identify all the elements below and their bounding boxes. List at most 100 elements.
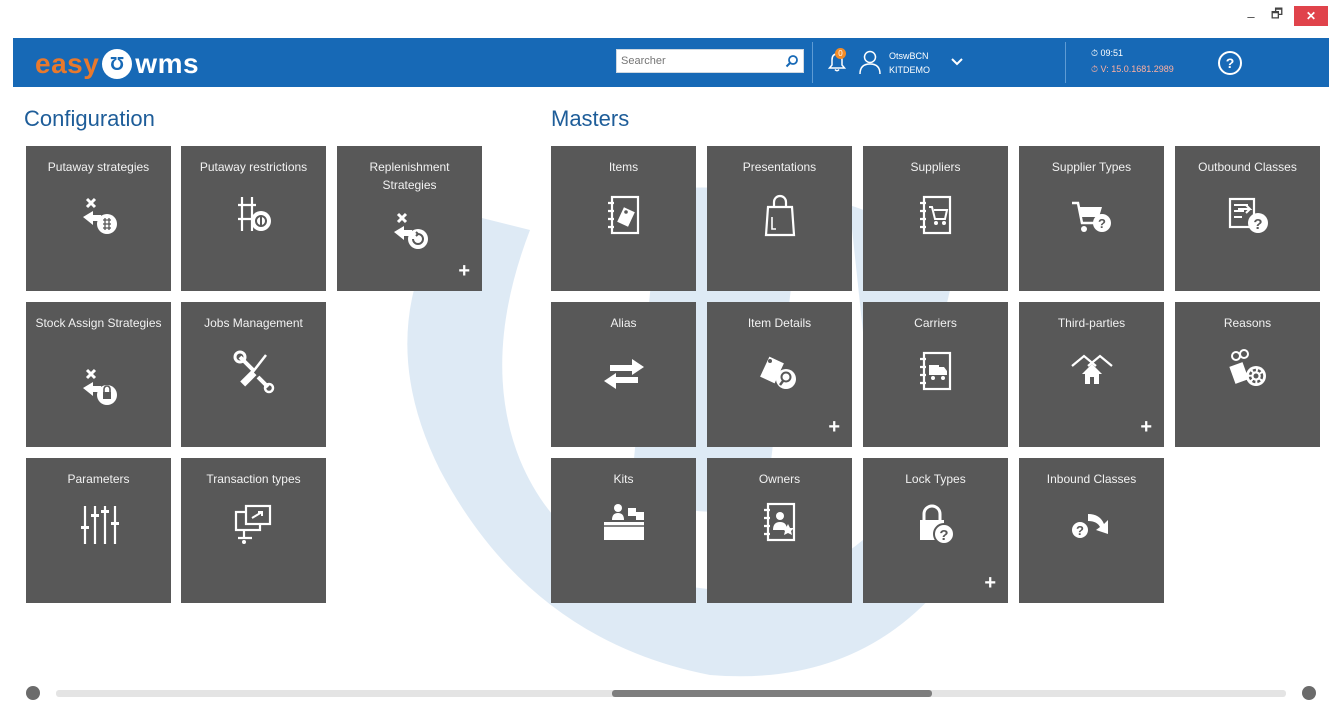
- putaway-strategies-icon: [82, 197, 117, 234]
- svg-text:?: ?: [1076, 523, 1084, 538]
- tile-label: Third-parties: [1057, 316, 1126, 330]
- tile-label: Parameters: [67, 472, 130, 486]
- tile-supplier-types[interactable]: Supplier Types ?: [1019, 146, 1164, 291]
- logo-easy-text: easy: [35, 48, 100, 79]
- third-parties-icon: [1070, 354, 1113, 384]
- logo-wms-text: wms: [135, 48, 200, 79]
- putaway-restrictions-icon: [237, 197, 271, 231]
- suppliers-icon: [919, 195, 951, 235]
- tile-label: Kits: [613, 472, 634, 486]
- bag-icon: [764, 194, 795, 237]
- tile-label: Stock Assign Strategies: [35, 316, 162, 330]
- tile-label: Jobs Management: [204, 316, 303, 330]
- outbound-classes-icon: ?: [1228, 197, 1268, 233]
- tile-item-details[interactable]: Item Details +: [707, 302, 852, 447]
- tile-putaway-strategies[interactable]: Putaway strategies: [26, 146, 171, 291]
- tile-presentations[interactable]: Presentations: [707, 146, 852, 291]
- scroll-right-icon[interactable]: [1302, 686, 1316, 700]
- user-icon[interactable]: [858, 49, 882, 75]
- tile-carriers[interactable]: Carriers: [863, 302, 1008, 447]
- session-time: 09:51: [1100, 48, 1124, 58]
- add-plus-icon[interactable]: +: [1140, 417, 1152, 437]
- tile-label: Item Details: [747, 316, 812, 330]
- lock-types-icon: ?: [919, 504, 955, 545]
- tile-outbound-classes[interactable]: Outbound Classes ?: [1175, 146, 1320, 291]
- header-separator: [812, 42, 813, 83]
- carriers-icon: [919, 351, 951, 391]
- search-icon[interactable]: [781, 50, 803, 72]
- tile-lock-types[interactable]: Lock Types ? +: [863, 458, 1008, 603]
- tile-label: Presentations: [742, 160, 817, 174]
- scroll-left-icon[interactable]: [26, 686, 40, 700]
- tile-stock-assign-strategies[interactable]: Stock Assign Strategies: [26, 302, 171, 447]
- tile-label: Carriers: [914, 316, 957, 330]
- tile-label: Lock Types: [905, 472, 966, 486]
- sliders-icon: [80, 506, 119, 544]
- tile-label: Outbound Classes: [1198, 160, 1297, 174]
- tile-label: Suppliers: [910, 160, 961, 174]
- supplier-types-icon: ?: [1071, 201, 1111, 232]
- kits-icon: [603, 504, 644, 540]
- reasons-icon: [1228, 349, 1266, 386]
- svg-text:?: ?: [1253, 216, 1262, 233]
- tile-jobs-management[interactable]: Jobs Management: [181, 302, 326, 447]
- tile-inbound-classes[interactable]: Inbound Classes ?: [1019, 458, 1164, 603]
- inbound-classes-icon: ?: [1071, 514, 1108, 538]
- alias-arrows-icon: [603, 359, 644, 389]
- app-version: V: 15.0.1681.2989: [1100, 64, 1174, 74]
- tile-owners[interactable]: Owners: [707, 458, 852, 603]
- tile-alias[interactable]: Alias: [551, 302, 696, 447]
- tile-third-parties[interactable]: Third-parties +: [1019, 302, 1164, 447]
- tile-label: Alias: [610, 316, 637, 330]
- svg-text:?: ?: [1098, 216, 1106, 231]
- owners-icon: [763, 502, 795, 542]
- add-plus-icon[interactable]: +: [458, 261, 470, 281]
- tile-label: Transaction types: [206, 472, 301, 486]
- tile-reasons[interactable]: Reasons: [1175, 302, 1320, 447]
- tile-putaway-restrictions[interactable]: Putaway restrictions: [181, 146, 326, 291]
- tile-items[interactable]: Items: [551, 146, 696, 291]
- transaction-icon: [234, 504, 271, 544]
- user-company: KITDEMO: [889, 65, 931, 75]
- chevron-down-icon[interactable]: [950, 56, 964, 68]
- tile-transaction-types[interactable]: Transaction types: [181, 458, 326, 603]
- stock-assign-icon: [82, 368, 117, 405]
- tile-replenishment-strategies[interactable]: Replenishment Strategies +: [337, 146, 482, 291]
- masters-title: Masters: [551, 106, 630, 131]
- close-button[interactable]: ✕: [1294, 6, 1328, 26]
- configuration-title: Configuration: [24, 106, 155, 131]
- add-plus-icon[interactable]: +: [828, 417, 840, 437]
- tile-label: Owners: [758, 472, 801, 486]
- header-separator: [1065, 42, 1066, 83]
- tile-kits[interactable]: Kits: [551, 458, 696, 603]
- session-info: ⏱ 09:51 ⏱ V: 15.0.1681.2989: [1091, 45, 1174, 77]
- tools-icon: [233, 350, 274, 394]
- tile-label: Reasons: [1223, 316, 1272, 330]
- tile-label: Supplier Types: [1051, 160, 1132, 174]
- logo-mark-icon: Ʊ: [102, 49, 133, 79]
- scroll-thumb[interactable]: [612, 690, 932, 697]
- tile-parameters[interactable]: Parameters: [26, 458, 171, 603]
- search-input[interactable]: [617, 50, 781, 72]
- version-icon: ⏱: [1091, 64, 1101, 74]
- tile-label: Putaway strategies: [47, 160, 150, 174]
- horizontal-scrollbar[interactable]: [26, 684, 1316, 702]
- user-info[interactable]: OtswBCN KITDEMO: [889, 49, 930, 77]
- app-logo[interactable]: easy Ʊ wms: [35, 48, 199, 80]
- tile-label: Replenishment Strategies: [369, 160, 450, 192]
- add-plus-icon[interactable]: +: [984, 573, 996, 593]
- item-details-icon: [759, 356, 796, 389]
- app-header: easy Ʊ wms 0 OtswBCN KITDEMO ⏱ 09:51 ⏱ V…: [13, 38, 1329, 87]
- minimize-button[interactable]: –: [1238, 5, 1264, 27]
- notification-badge: 0: [835, 48, 846, 59]
- window-controls: – 🗗 ✕: [1238, 0, 1328, 32]
- restore-button[interactable]: 🗗: [1264, 5, 1290, 27]
- tile-suppliers[interactable]: Suppliers: [863, 146, 1008, 291]
- search-box: [616, 49, 804, 73]
- tile-label: Inbound Classes: [1046, 472, 1137, 486]
- user-name: OtswBCN: [889, 51, 929, 61]
- help-button[interactable]: ?: [1218, 51, 1242, 75]
- tile-label: Putaway restrictions: [199, 160, 308, 174]
- clock-icon: ⏱: [1091, 48, 1101, 58]
- tile-label: Items: [608, 160, 639, 174]
